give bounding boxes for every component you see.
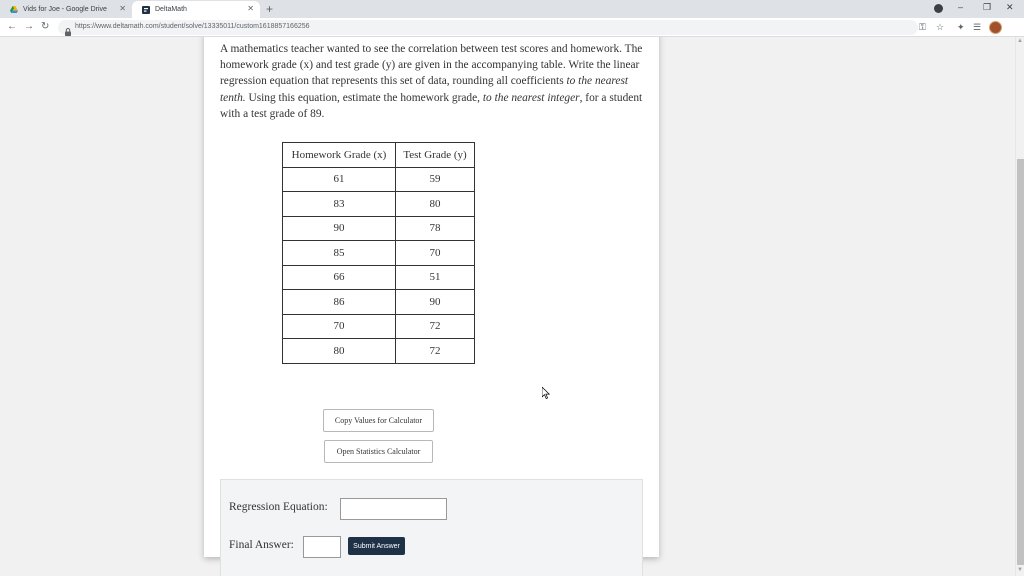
table-header-row: Homework Grade (x) Test Grade (y)	[282, 142, 475, 168]
table-cell: 78	[395, 215, 475, 241]
table-cell: 72	[395, 338, 475, 364]
table-cell: 59	[395, 166, 475, 192]
table-row: 80 72	[282, 338, 475, 364]
answer-panel: Regression Equation: Final Answer: Submi…	[220, 479, 643, 576]
tab-bar: Vids for Joe - Google Drive ✕ DeltaMath …	[0, 0, 1024, 18]
table-cell: 51	[395, 264, 475, 290]
data-table: Homework Grade (x) Test Grade (y) 61 59 8…	[282, 142, 475, 364]
table-row: 66 51	[282, 264, 475, 290]
new-tab-icon[interactable]: +	[266, 2, 273, 16]
profile-avatar[interactable]	[989, 21, 1002, 34]
page-scrollbar[interactable]: ▲ ▼	[1015, 37, 1024, 576]
url-field[interactable]: https://www.deltamath.com/student/solve/…	[58, 20, 918, 36]
scroll-down-icon[interactable]: ▼	[1017, 567, 1023, 573]
table-cell: 80	[395, 191, 475, 217]
google-drive-icon	[10, 6, 18, 14]
table-cell: 85	[282, 240, 396, 266]
bookmark-star-icon[interactable]: ☆	[936, 22, 944, 33]
table-cell: 90	[282, 215, 396, 241]
copy-values-button[interactable]: Copy Values for Calculator	[323, 409, 434, 432]
tab-google-drive[interactable]: Vids for Joe - Google Drive ✕	[0, 1, 132, 18]
table-cell: 90	[395, 289, 475, 315]
scrollbar-thumb[interactable]	[1017, 159, 1024, 565]
regression-equation-label: Regression Equation:	[229, 501, 328, 513]
url-text: https://www.deltamath.com/student/solve/…	[75, 23, 310, 30]
final-answer-input[interactable]	[303, 536, 341, 558]
table-row: 86 90	[282, 289, 475, 315]
key-icon[interactable]: ⚿	[919, 22, 926, 33]
table-cell: 80	[282, 338, 396, 364]
submit-answer-button[interactable]: Submit Answer	[348, 537, 405, 555]
problem-statement: A mathematics teacher wanted to see the …	[220, 41, 650, 122]
close-tab-icon[interactable]: ✕	[119, 4, 126, 13]
table-row: 85 70	[282, 240, 475, 266]
lock-icon	[65, 23, 71, 36]
open-statistics-calculator-button[interactable]: Open Statistics Calculator	[324, 440, 433, 463]
record-icon[interactable]	[934, 4, 943, 13]
problem-card: A mathematics teacher wanted to see the …	[204, 37, 659, 576]
close-window-icon[interactable]: ✕	[1006, 2, 1014, 13]
tab-deltamath[interactable]: DeltaMath ✕	[132, 1, 260, 18]
table-cell: 70	[282, 313, 396, 339]
mouse-cursor-icon	[542, 387, 550, 399]
table-row: 83 80	[282, 191, 475, 217]
minimize-icon[interactable]: –	[958, 2, 963, 12]
extensions-icon[interactable]: ✦	[957, 22, 965, 33]
table-row: 90 78	[282, 215, 475, 241]
table-cell: 66	[282, 264, 396, 290]
column-header: Test Grade (y)	[395, 142, 475, 168]
regression-equation-input[interactable]	[340, 498, 447, 520]
final-answer-label: Final Answer:	[229, 539, 294, 551]
address-bar: ← → ↻ https://www.deltamath.com/student/…	[0, 18, 1024, 37]
scroll-up-icon[interactable]: ▲	[1017, 38, 1023, 44]
deltamath-icon	[142, 5, 150, 14]
forward-icon[interactable]: →	[24, 21, 34, 32]
reading-list-icon[interactable]: ☰	[973, 22, 981, 33]
column-header: Homework Grade (x)	[282, 142, 396, 168]
tab-title: Vids for Joe - Google Drive	[23, 6, 107, 13]
problem-text: Using this equation, estimate the homewo…	[245, 91, 483, 104]
table-row: 61 59	[282, 166, 475, 192]
table-cell: 86	[282, 289, 396, 315]
restore-icon[interactable]: ❐	[983, 2, 991, 13]
table-cell: 61	[282, 166, 396, 192]
table-row: 70 72	[282, 313, 475, 339]
page-viewport: A mathematics teacher wanted to see the …	[0, 37, 1015, 576]
close-tab-icon[interactable]: ✕	[247, 4, 254, 13]
back-icon[interactable]: ←	[7, 21, 17, 32]
table-cell: 72	[395, 313, 475, 339]
table-cell: 70	[395, 240, 475, 266]
reload-icon[interactable]: ↻	[41, 21, 49, 32]
problem-emphasis: to the nearest integer	[482, 91, 580, 104]
tab-title: DeltaMath	[155, 6, 187, 13]
table-cell: 83	[282, 191, 396, 217]
